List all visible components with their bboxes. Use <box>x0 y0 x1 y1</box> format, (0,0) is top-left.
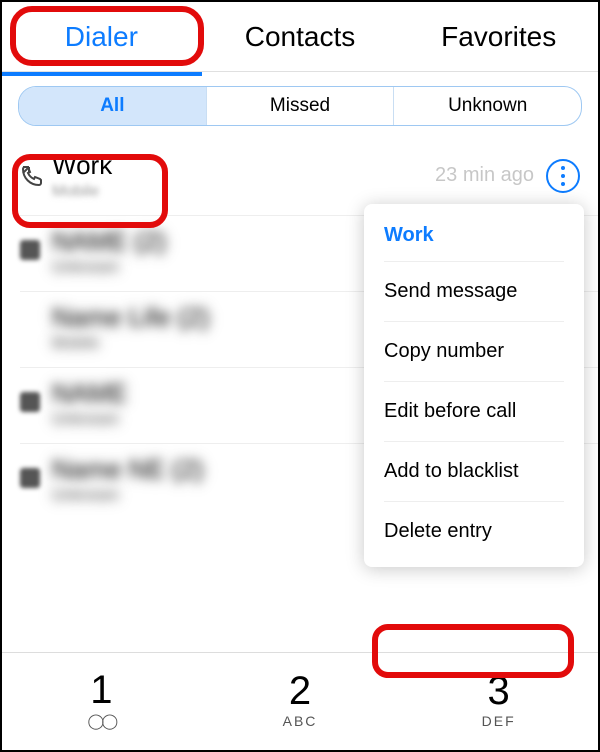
outgoing-call-icon <box>20 164 44 188</box>
dialpad: 1 ◯◯ 2 ABC 3 DEF <box>2 650 598 750</box>
filter-all[interactable]: All <box>19 87 207 125</box>
dialpad-key-1[interactable]: 1 ◯◯ <box>2 650 201 750</box>
filter-bar: All Missed Unknown <box>2 72 598 140</box>
filter-missed[interactable]: Missed <box>207 87 395 125</box>
outgoing-call-icon <box>20 468 44 492</box>
call-info-button[interactable] <box>546 159 580 193</box>
filter-unknown[interactable]: Unknown <box>394 87 581 125</box>
context-menu-title: Work <box>364 210 584 261</box>
tab-contacts[interactable]: Contacts <box>201 2 400 71</box>
key-digit: 3 <box>488 671 510 711</box>
outgoing-call-icon <box>20 392 44 416</box>
call-name: Work <box>52 150 435 181</box>
tab-dialer[interactable]: Dialer <box>2 2 201 71</box>
call-time: 23 min ago <box>435 164 534 187</box>
menu-copy-number[interactable]: Copy number <box>364 322 584 381</box>
context-menu: Work Send message Copy number Edit befor… <box>364 204 584 567</box>
voicemail-icon: ◯◯ <box>88 712 116 730</box>
top-tabs: Dialer Contacts Favorites <box>2 2 598 72</box>
active-tab-indicator <box>2 72 202 76</box>
menu-delete-entry[interactable]: Delete entry <box>364 502 584 561</box>
key-sub: DEF <box>482 713 516 729</box>
outgoing-call-icon <box>20 240 44 264</box>
key-digit: 1 <box>90 670 112 710</box>
call-sub: Mobile <box>52 183 435 201</box>
dialpad-key-3[interactable]: 3 DEF <box>399 650 598 750</box>
menu-add-to-blacklist[interactable]: Add to blacklist <box>364 442 584 501</box>
menu-send-message[interactable]: Send message <box>364 262 584 321</box>
key-sub: ABC <box>283 713 318 729</box>
key-digit: 2 <box>289 671 311 711</box>
menu-edit-before-call[interactable]: Edit before call <box>364 382 584 441</box>
tab-favorites[interactable]: Favorites <box>399 2 598 71</box>
dialpad-key-2[interactable]: 2 ABC <box>201 650 400 750</box>
